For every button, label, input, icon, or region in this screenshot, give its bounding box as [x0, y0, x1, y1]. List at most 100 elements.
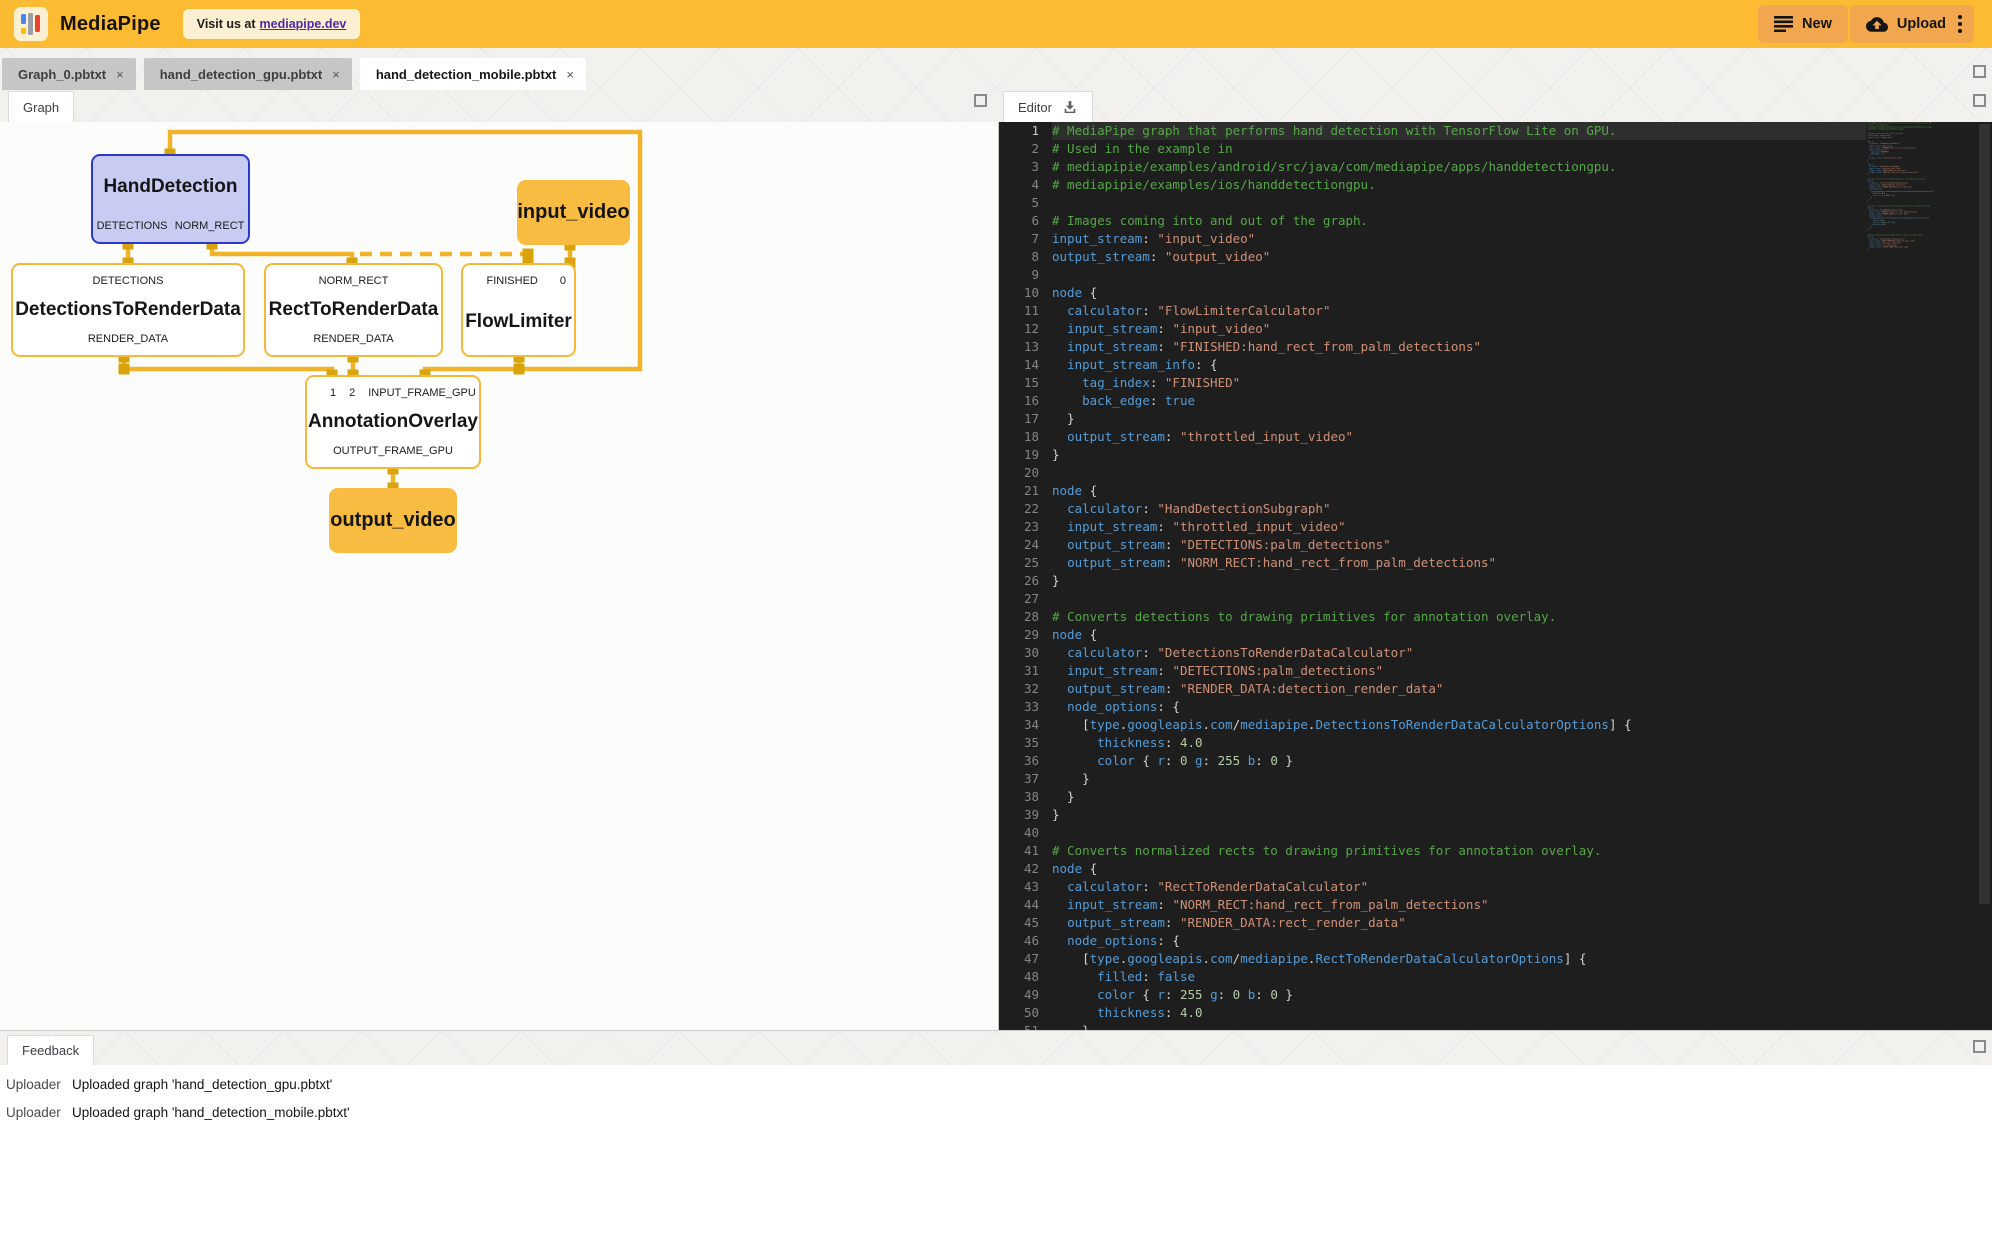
code-line: 1# MediaPipe graph that performs hand de…	[999, 122, 1866, 140]
line-number: 21	[999, 482, 1039, 500]
line-number: 16	[999, 392, 1039, 410]
code-line: 24 output_stream: "DETECTIONS:palm_detec…	[999, 536, 1866, 554]
expand-graph-panel-icon[interactable]	[974, 94, 987, 107]
line-number: 41	[999, 842, 1039, 860]
line-number: 18	[999, 428, 1039, 446]
mediapipe-visualizer: MediaPipe Visit us at mediapipe.dev New …	[0, 0, 1992, 1236]
code-line: 8output_stream: "output_video"	[999, 248, 1866, 266]
line-number: 23	[999, 518, 1039, 536]
line-number: 49	[999, 986, 1039, 1004]
tab-graph[interactable]: Graph	[8, 91, 74, 122]
graph-edges	[0, 122, 998, 1030]
line-number: 47	[999, 950, 1039, 968]
code-line: 25 output_stream: "NORM_RECT:hand_rect_f…	[999, 554, 1866, 572]
line-number: 27	[999, 590, 1039, 608]
close-tab-icon[interactable]: ×	[116, 67, 124, 82]
graph-node-AnnotationOverlay[interactable]: 12INPUT_FRAME_GPUAnnotationOverlayOUTPUT…	[305, 375, 481, 469]
editor-tab-label: Editor	[1018, 100, 1052, 115]
visit-link-button[interactable]: Visit us at mediapipe.dev	[183, 9, 361, 39]
graph-node-output_video[interactable]: output_video	[329, 488, 457, 553]
port-label-NORM_RECT: NORM_RECT	[175, 220, 245, 232]
line-number: 44	[999, 896, 1039, 914]
line-number: 25	[999, 554, 1039, 572]
code-line: 47 [type.googleapis.com/mediapipe.RectTo…	[999, 950, 1866, 968]
FlowLimiter-top-ports: FINISHED0	[463, 273, 574, 288]
close-tab-icon[interactable]: ×	[332, 67, 340, 82]
code-line: 31 input_stream: "DETECTIONS:palm_detect…	[999, 662, 1866, 680]
file-tab-label: hand_detection_gpu.pbtxt	[160, 67, 323, 82]
new-button[interactable]: New	[1758, 5, 1848, 43]
code-line: 50 thickness: 4.0	[999, 1004, 1866, 1022]
tab-feedback[interactable]: Feedback	[7, 1035, 94, 1065]
feedback-source: Uploader	[0, 1105, 72, 1120]
code-line: 5	[999, 194, 1866, 212]
code-line: 16 back_edge: true	[999, 392, 1866, 410]
feedback-message: Uploaded graph 'hand_detection_gpu.pbtxt…	[72, 1077, 332, 1092]
code-editor[interactable]: 1# MediaPipe graph that performs hand de…	[999, 122, 1992, 1030]
line-number: 31	[999, 662, 1039, 680]
graph-canvas[interactable]: HandDetectionDETECTIONSNORM_RECT input_vi…	[0, 122, 999, 1030]
line-number: 6	[999, 212, 1039, 230]
code-line: 17 }	[999, 410, 1866, 428]
code-line: 12 input_stream: "input_video"	[999, 320, 1866, 338]
expand-editor-panel-icon[interactable]	[1973, 94, 1986, 107]
graph-node-input_video[interactable]: input_video	[517, 180, 630, 245]
graph-node-HandDetection[interactable]: HandDetectionDETECTIONSNORM_RECT	[91, 154, 250, 244]
code-line: 2# Used in the example in	[999, 140, 1866, 158]
editor-minimap[interactable]: # MediaPipe graph that performs hand det…	[1866, 122, 1966, 1030]
RectToRenderData-bottom-ports: RENDER_DATA	[266, 331, 441, 346]
node-title: FlowLimiter	[463, 288, 574, 355]
code-line: 44 input_stream: "NORM_RECT:hand_rect_fr…	[999, 896, 1866, 914]
line-number: 5	[999, 194, 1039, 212]
download-pbtxt-icon[interactable]	[1062, 99, 1078, 115]
cloud-upload-icon	[1866, 16, 1888, 32]
graph-node-RectToRenderData[interactable]: NORM_RECTRectToRenderDataRENDER_DATA	[264, 263, 443, 357]
file-tab-label: hand_detection_mobile.pbtxt	[376, 67, 557, 82]
close-tab-icon[interactable]: ×	[566, 67, 574, 82]
port-label-0: 0	[560, 275, 566, 287]
code-line: 48 filled: false	[999, 968, 1866, 986]
expand-app-icon[interactable]	[1973, 65, 1986, 78]
code-line: 41# Converts normalized rects to drawing…	[999, 842, 1866, 860]
node-title: output_video	[330, 509, 456, 532]
file-tab-Graph_0.pbtxt[interactable]: Graph_0.pbtxt×	[2, 58, 136, 90]
upload-button[interactable]: Upload	[1850, 5, 1974, 43]
code-line: 15 tag_index: "FINISHED"	[999, 374, 1866, 392]
feedback-log: UploaderUploaded graph 'hand_detection_g…	[0, 1065, 1992, 1236]
menu-lines-icon	[1774, 16, 1793, 32]
code-line: }	[1866, 248, 1966, 250]
file-tab-hand_detection_gpu.pbtxt[interactable]: hand_detection_gpu.pbtxt ×	[144, 58, 352, 90]
port-label-2: 2	[349, 387, 355, 399]
RectToRenderData-top-ports: NORM_RECT	[266, 273, 441, 288]
line-number: 10	[999, 284, 1039, 302]
feedback-row: UploaderUploaded graph 'hand_detection_g…	[0, 1070, 1992, 1098]
node-title: DetectionsToRenderData	[13, 288, 243, 331]
expand-feedback-panel-icon[interactable]	[1973, 1040, 1986, 1053]
code-line: 21node {	[999, 482, 1866, 500]
graph-node-DetectionsToRenderData[interactable]: DETECTIONSDetectionsToRenderDataRENDER_D…	[11, 263, 245, 357]
editor-scrollbar[interactable]	[1979, 124, 1990, 904]
node-title: RectToRenderData	[266, 288, 441, 331]
node-title: input_video	[517, 201, 629, 224]
line-number: 14	[999, 356, 1039, 374]
tab-editor[interactable]: Editor	[1003, 91, 1093, 122]
line-number: 37	[999, 770, 1039, 788]
graph-node-FlowLimiter[interactable]: FINISHED0FlowLimiter	[461, 263, 576, 357]
file-tab-hand_detection_mobile.pbtxt[interactable]: hand_detection_mobile.pbtxt ×	[360, 58, 586, 90]
line-number: 11	[999, 302, 1039, 320]
line-number: 20	[999, 464, 1039, 482]
port-label-NORM_RECT: NORM_RECT	[319, 275, 389, 287]
code-line: 35 thickness: 4.0	[999, 734, 1866, 752]
more-options-icon[interactable]	[1958, 15, 1962, 33]
line-number: 35	[999, 734, 1039, 752]
port-label-OUTPUT_FRAME_GPU: OUTPUT_FRAME_GPU	[333, 445, 453, 457]
line-number: 28	[999, 608, 1039, 626]
upload-button-label: Upload	[1897, 16, 1946, 32]
mediapipe-dev-link[interactable]: mediapipe.dev	[260, 17, 347, 31]
line-number: 36	[999, 752, 1039, 770]
line-number: 32	[999, 680, 1039, 698]
code-line: 10node {	[999, 284, 1866, 302]
line-number: 8	[999, 248, 1039, 266]
line-number: 42	[999, 860, 1039, 878]
app-header: MediaPipe Visit us at mediapipe.dev New …	[0, 0, 1992, 48]
